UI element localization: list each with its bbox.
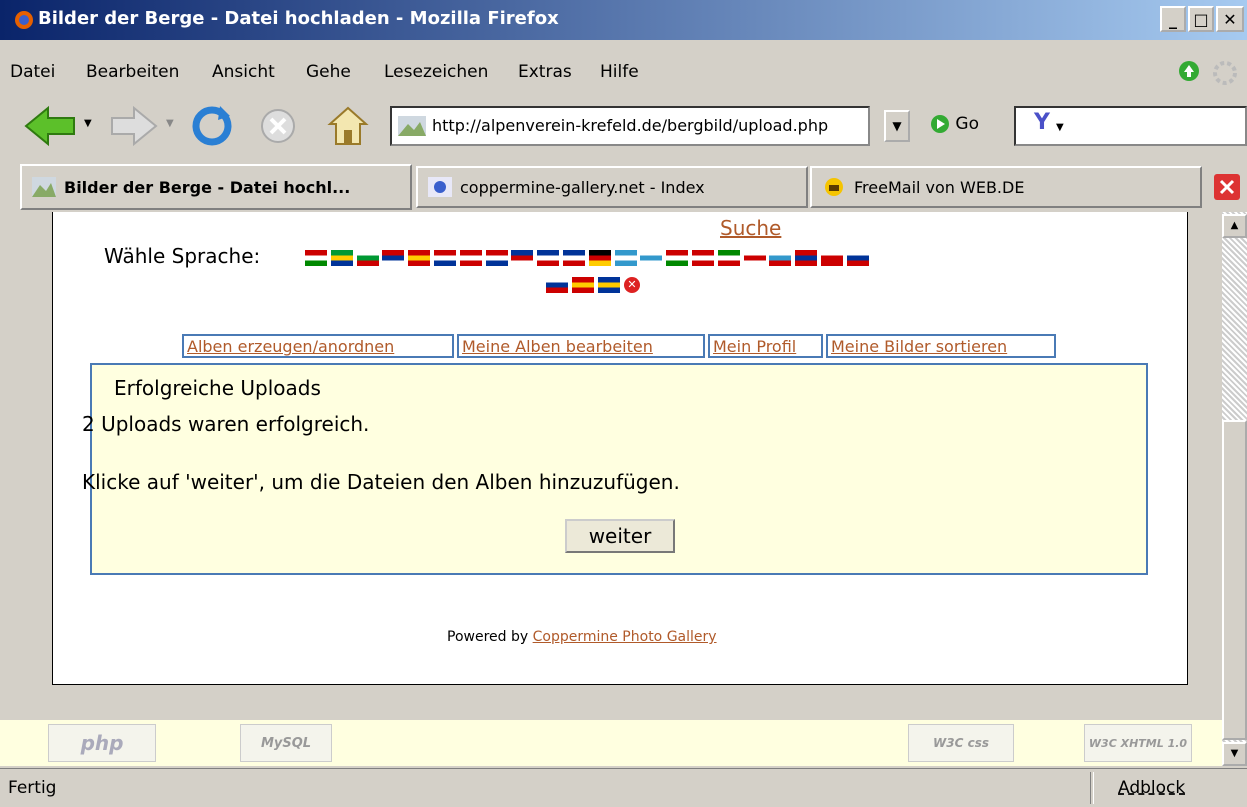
window-title: Bilder der Berge - Datei hochladen - Moz… [38, 8, 559, 29]
menu-hilfe[interactable]: Hilfe [600, 62, 639, 82]
tab-label: coppermine-gallery.net - Index [460, 177, 705, 197]
language-flag-icon[interactable] [692, 250, 714, 266]
maximize-button[interactable]: □ [1188, 6, 1214, 32]
language-label: Wähle Sprache: [104, 244, 261, 268]
menu-gehe[interactable]: Gehe [306, 62, 351, 82]
language-flag-icon[interactable] [330, 250, 353, 266]
link-create-albums[interactable]: Alben erzeugen/anordnen [182, 334, 454, 358]
language-flag-icon[interactable] [459, 250, 482, 266]
language-flag-icon[interactable] [795, 250, 818, 266]
tab-label: FreeMail von WEB.DE [854, 177, 1025, 197]
url-bar[interactable]: http://alpenverein-krefeld.de/bergbild/u… [390, 106, 870, 146]
tab-coppermine[interactable]: coppermine-gallery.net - Index [416, 166, 808, 208]
firefox-icon [15, 11, 33, 29]
w3c-xhtml-badge[interactable]: W3C XHTML 1.0 [1084, 724, 1192, 762]
w3c-xhtml-badge-label: W3C XHTML 1.0 [1088, 736, 1188, 750]
link-sort-pictures[interactable]: Meine Bilder sortieren [826, 334, 1056, 358]
tab-favicon-icon [32, 177, 56, 197]
forward-icon[interactable] [108, 104, 160, 148]
language-flag-icon[interactable] [614, 250, 637, 266]
tab-freemail[interactable]: FreeMail von WEB.DE [810, 166, 1202, 208]
back-dropdown-icon[interactable]: ▼ [84, 118, 92, 129]
menu-lesezeichen[interactable]: Lesezeichen [384, 62, 488, 82]
language-flag-icon[interactable] [546, 277, 568, 293]
back-icon[interactable] [22, 104, 78, 148]
footer-badge-bar [0, 720, 1222, 766]
continue-button[interactable]: weiter [565, 519, 675, 553]
scroll-up-button[interactable]: ▲ [1222, 214, 1247, 238]
coppermine-link[interactable]: Coppermine Photo Gallery [533, 629, 717, 645]
search-input[interactable]: Y ▼ [1014, 106, 1247, 146]
tab-favicon-icon [428, 177, 452, 197]
language-flag-icon[interactable] [563, 250, 585, 266]
powered-by: Powered by Coppermine Photo Gallery [447, 629, 717, 645]
language-flag-icon[interactable] [769, 250, 792, 266]
language-flag-icon[interactable] [485, 250, 508, 266]
menu-bearbeiten[interactable]: Bearbeiten [86, 62, 179, 82]
mysql-badge-label: MySQL [260, 735, 312, 751]
minimize-button[interactable]: _ [1160, 6, 1186, 32]
language-flag-icon[interactable] [640, 250, 663, 266]
adblock-status[interactable]: Adblock [1118, 778, 1185, 798]
language-flag-icon[interactable] [434, 250, 456, 266]
menu-ansicht[interactable]: Ansicht [212, 62, 275, 82]
reset-language-icon[interactable]: ✕ [624, 277, 640, 293]
language-flag-icon[interactable] [743, 250, 766, 266]
language-flag-icon[interactable] [305, 250, 327, 266]
stop-icon[interactable] [258, 106, 298, 146]
status-divider [1090, 772, 1094, 804]
language-flag-icon[interactable] [572, 277, 594, 293]
search-link[interactable]: Suche [720, 216, 781, 240]
link-edit-albums[interactable]: Meine Alben bearbeiten [457, 334, 705, 358]
language-flag-icon[interactable] [537, 250, 560, 266]
close-window-button[interactable]: ✕ [1216, 6, 1244, 32]
language-flag-icon[interactable] [588, 250, 611, 266]
site-favicon-icon [398, 116, 426, 136]
w3c-css-badge[interactable]: W3C css [908, 724, 1014, 762]
language-flag-icon[interactable] [666, 250, 689, 266]
menu-bar: Datei Bearbeiten Ansicht Gehe Lesezeiche… [0, 54, 1247, 88]
box-title: Erfolgreiche Uploads [114, 376, 321, 400]
close-tab-icon[interactable] [1214, 174, 1240, 200]
status-bar [0, 768, 1247, 807]
language-flag-icon[interactable] [356, 250, 379, 266]
go-icon [931, 115, 949, 133]
tab-bilder-der-berge[interactable]: Bilder der Berge - Datei hochl... [20, 164, 412, 210]
go-button[interactable]: Go [930, 114, 979, 134]
search-engine-label: Y [1034, 110, 1050, 135]
go-label: Go [955, 114, 979, 134]
instruction-text: Klicke auf 'weiter', um die Dateien den … [82, 470, 680, 494]
language-flag-icon[interactable] [511, 250, 534, 266]
status-text: Fertig [8, 778, 57, 798]
menu-datei[interactable]: Datei [10, 62, 55, 82]
language-flag-icon[interactable] [382, 250, 405, 266]
mysql-badge[interactable]: MySQL [240, 724, 332, 762]
w3c-css-badge-label: W3C css [933, 736, 989, 750]
scroll-thumb[interactable] [1222, 420, 1247, 740]
link-my-profile[interactable]: Mein Profil [708, 334, 823, 358]
language-flag-icon[interactable] [717, 250, 740, 266]
reload-icon[interactable] [190, 104, 234, 148]
forward-dropdown-icon[interactable]: ▼ [166, 118, 174, 129]
menu-extras[interactable]: Extras [518, 62, 572, 82]
powered-prefix: Powered by [447, 629, 529, 645]
tab-label: Bilder der Berge - Datei hochl... [64, 177, 351, 197]
scroll-down-button[interactable]: ▼ [1222, 742, 1247, 766]
url-dropdown-button[interactable]: ▼ [884, 110, 910, 142]
language-flag-icon[interactable] [408, 250, 431, 266]
throbber-icon [1213, 61, 1237, 85]
language-flag-icon[interactable] [598, 277, 620, 293]
update-icon[interactable] [1178, 60, 1200, 82]
language-flag-icon[interactable] [821, 250, 843, 266]
home-icon[interactable] [326, 104, 370, 148]
php-badge[interactable]: php [48, 724, 156, 762]
php-badge-label: php [80, 731, 124, 755]
upload-count-text: 2 Uploads waren erfolgreich. [82, 412, 370, 436]
search-engine-dropdown-icon[interactable]: ▼ [1056, 122, 1064, 133]
bank-icon [825, 178, 843, 196]
language-flag-icon[interactable] [846, 250, 869, 266]
url-text: http://alpenverein-krefeld.de/bergbild/u… [432, 116, 829, 135]
